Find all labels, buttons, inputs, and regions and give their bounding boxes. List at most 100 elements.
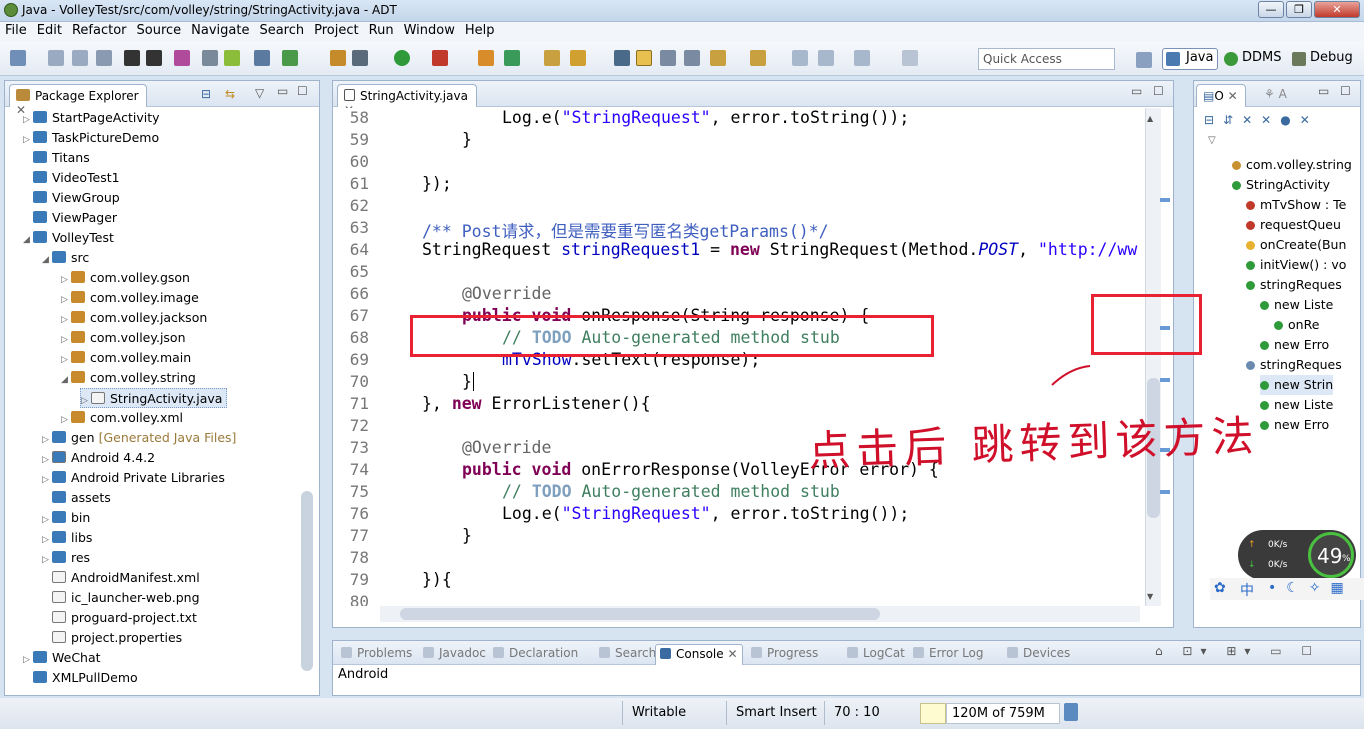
console-toolbar-icons[interactable]: ⌂ ⊡▾ ⊞▾ ▭ ☐	[1155, 644, 1320, 658]
new-class-icon[interactable]	[330, 50, 346, 66]
expanded-arrow-icon[interactable]: ◢	[61, 370, 71, 390]
bottom-tab-console[interactable]: Console ✕	[655, 644, 743, 665]
collapsed-arrow-icon[interactable]: ▷	[42, 470, 52, 490]
check-icon[interactable]	[282, 50, 298, 66]
maximize-button[interactable]: ❐	[1286, 1, 1312, 18]
package-tree-item[interactable]: ▷ Android 4.4.2	[42, 448, 155, 468]
code-area[interactable]: 58 59 60 61 62 63 64 65 66 67 68 69 70 71 72 73 74 75 76 77…	[337, 108, 1145, 606]
collapsed-arrow-icon[interactable]: ▷	[42, 450, 52, 470]
upload-icon[interactable]	[124, 50, 140, 66]
package-tree-item[interactable]: proguard-project.txt	[42, 608, 197, 628]
bottom-tab-declaration[interactable]: Declaration	[489, 644, 582, 665]
package-tree-item[interactable]: assets	[42, 488, 111, 508]
package-tree-item[interactable]: ic_launcher-web.png	[42, 588, 200, 608]
view-menu-icon[interactable]: ▽	[255, 86, 264, 100]
outline-item[interactable]: onCreate(Bun	[1246, 235, 1346, 255]
minimize-view-icon[interactable]: ▭	[277, 84, 288, 98]
bottom-tab-devices[interactable]: Devices	[1003, 644, 1074, 665]
menu-navigate[interactable]: Navigate	[186, 22, 254, 39]
outline-maximize-icon[interactable]: ☐	[1340, 84, 1351, 98]
outline-item[interactable]: new Erro	[1260, 415, 1329, 435]
outline-item[interactable]: stringReques	[1246, 275, 1342, 295]
collapsed-arrow-icon[interactable]: ▷	[61, 410, 71, 430]
open-perspective-icon[interactable]	[1136, 52, 1152, 68]
menu-file[interactable]: File	[0, 22, 32, 39]
avd-icon[interactable]	[202, 50, 218, 66]
menu-search[interactable]: Search	[254, 22, 309, 39]
package-tree-item[interactable]: ▷ TaskPictureDemo	[23, 128, 159, 148]
lint-icon[interactable]	[254, 50, 270, 66]
new-icon[interactable]	[10, 50, 26, 66]
editor-hscrollbar-thumb[interactable]	[400, 608, 880, 620]
next-annotation-icon[interactable]	[710, 50, 726, 66]
quick-access-input[interactable]: Quick Access	[978, 48, 1115, 70]
collapsed-arrow-icon[interactable]: ▷	[23, 130, 33, 150]
tab-outline[interactable]: ▤O ✕	[1196, 84, 1246, 107]
menu-refactor[interactable]: Refactor	[67, 22, 132, 39]
link-editor-icon[interactable]: ⇆	[225, 87, 235, 101]
package-tree-item[interactable]: ▷ StringActivity.java	[80, 388, 228, 408]
outline-item[interactable]: onRe	[1274, 315, 1319, 335]
package-tree-item[interactable]: ▷ res	[42, 548, 90, 568]
new-java-class-icon[interactable]	[504, 50, 520, 66]
package-tree-item[interactable]: ◢ src	[42, 248, 89, 268]
highlight-icon[interactable]	[636, 50, 652, 66]
package-tree-item[interactable]: ▷ StartPageActivity	[23, 108, 160, 128]
outline-item[interactable]: initView() : vo	[1246, 255, 1346, 275]
pin-icon[interactable]	[902, 50, 918, 66]
menu-help[interactable]: Help	[460, 22, 500, 39]
collapsed-arrow-icon[interactable]: ▷	[61, 350, 71, 370]
outline-item[interactable]: StringActivity	[1232, 175, 1330, 195]
outline-item[interactable]: stringReques	[1246, 355, 1342, 375]
package-tree-item[interactable]: ▷ com.volley.gson	[61, 268, 190, 288]
menu-source[interactable]: Source	[132, 22, 187, 39]
close-button[interactable]: ✕	[1314, 1, 1360, 18]
toggle-mark-icon[interactable]	[614, 50, 630, 66]
bottom-tab-error-log[interactable]: Error Log	[909, 644, 988, 665]
search-tool-icon[interactable]	[570, 50, 586, 66]
package-tree-item[interactable]: XMLPullDemo	[23, 668, 138, 688]
package-tree-item[interactable]: ▷ libs	[42, 528, 92, 548]
menu-project[interactable]: Project	[309, 22, 363, 39]
menu-edit[interactable]: Edit	[32, 22, 67, 39]
expanded-arrow-icon[interactable]: ◢	[23, 230, 33, 250]
minimize-button[interactable]: —	[1258, 1, 1284, 18]
outline-item[interactable]: new Liste	[1260, 295, 1333, 315]
ime-tool-icons[interactable]: •☾✧▦	[1268, 580, 1354, 596]
forward-icon[interactable]	[854, 50, 870, 66]
editor-hscrollbar[interactable]	[380, 606, 1140, 622]
scroll-up-icon[interactable]: ▲	[1147, 114, 1153, 123]
collapsed-arrow-icon[interactable]: ▷	[42, 510, 52, 530]
package-tree-item[interactable]: ▷ com.volley.main	[61, 348, 191, 368]
collapsed-arrow-icon[interactable]: ▷	[61, 290, 71, 310]
bottom-tab-javadoc[interactable]: Javadoc	[419, 644, 490, 665]
package-tree-item[interactable]: ▷ com.volley.json	[61, 328, 186, 348]
outline-minimize-icon[interactable]: ▭	[1318, 84, 1329, 98]
collapsed-arrow-icon[interactable]: ▷	[61, 330, 71, 350]
outline-view-menu-icon[interactable]: ▽	[1208, 135, 1216, 146]
collapsed-arrow-icon[interactable]: ▷	[23, 110, 33, 130]
package-tree-item[interactable]: ▷ WeChat	[23, 648, 101, 668]
bottom-tab-progress[interactable]: Progress	[747, 644, 822, 665]
outline-item[interactable]: new Erro	[1260, 335, 1329, 355]
menu-run[interactable]: Run	[364, 22, 399, 39]
download-icon[interactable]	[146, 50, 162, 66]
package-tree-item[interactable]: ▷ com.volley.jackson	[61, 308, 207, 328]
collapsed-arrow-icon[interactable]: ▷	[23, 650, 33, 670]
outline-item[interactable]: new Strin	[1260, 375, 1334, 395]
collapsed-arrow-icon[interactable]: ▷	[61, 270, 71, 290]
bottom-tab-problems[interactable]: Problems	[337, 644, 416, 665]
tab-package-explorer[interactable]: Package Explorer ✕	[9, 84, 147, 117]
run-icon[interactable]	[394, 50, 410, 66]
package-tree-item[interactable]: Titans	[23, 148, 90, 168]
collapse-all-icon[interactable]: ⊟	[201, 87, 211, 101]
outline-item[interactable]: requestQueu	[1246, 215, 1341, 235]
android-sdk-icon[interactable]	[174, 50, 190, 66]
package-tree-item[interactable]: AndroidManifest.xml	[42, 568, 200, 588]
close-console-icon[interactable]: ✕	[724, 647, 737, 661]
new-package-icon[interactable]	[478, 50, 494, 66]
package-tree-item[interactable]: VideoTest1	[23, 168, 120, 188]
scroll-down-icon[interactable]: ▼	[1147, 592, 1153, 601]
collapsed-arrow-icon[interactable]: ▷	[42, 530, 52, 550]
package-scrollbar[interactable]	[301, 491, 313, 671]
